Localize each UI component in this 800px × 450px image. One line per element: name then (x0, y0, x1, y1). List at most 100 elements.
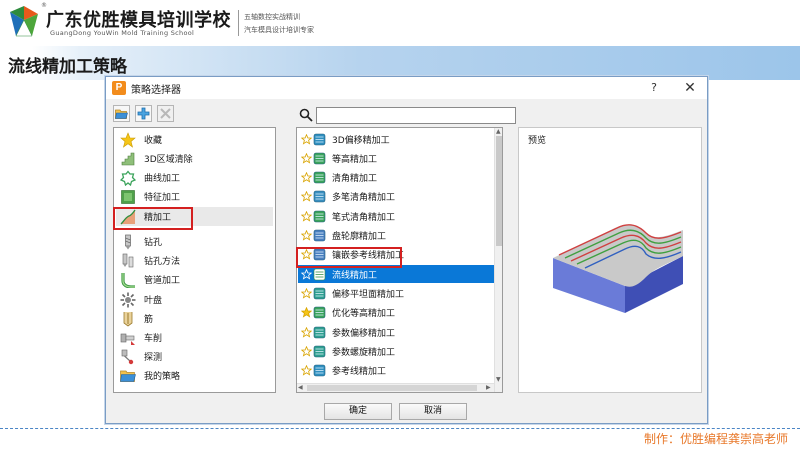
star-outline-icon[interactable] (301, 172, 312, 183)
star-outline-icon[interactable] (301, 133, 312, 145)
category-label: 我的策略 (144, 372, 181, 382)
category-blisk[interactable]: 叶盘 (116, 290, 273, 309)
star-outline-icon[interactable] (301, 326, 312, 338)
category-drilling-method[interactable]: 钻孔方法 (116, 251, 273, 270)
strategy-item[interactable]: 偏移平坦面精加工 (298, 284, 501, 302)
pencil-icon (313, 210, 326, 222)
category-label: 筋 (144, 315, 154, 325)
star-icon (120, 131, 136, 148)
category-feature-machining[interactable]: 特征加工 (116, 187, 273, 206)
category-label: 叶盘 (144, 296, 163, 306)
area-clearance-icon (121, 152, 135, 165)
header-divider (238, 10, 239, 36)
feature-machining-icon (121, 189, 135, 204)
star-outline-icon[interactable] (301, 365, 312, 376)
category-label: 3D区域清除 (144, 155, 193, 165)
strategy-item[interactable]: 清角精加工 (298, 169, 501, 187)
strategy-label: 笔式清角精加工 (332, 212, 396, 223)
star-filled-icon[interactable] (301, 307, 312, 318)
strategy-label: 等高精加工 (332, 154, 378, 165)
strategy-item[interactable]: 参数偏移精加工 (298, 323, 501, 341)
strategy-item[interactable]: 盘轮廓精加工 (298, 227, 501, 245)
category-curve-machining[interactable]: 曲线加工 (116, 168, 273, 187)
vertical-scroll-thumb[interactable] (496, 136, 502, 246)
category-label: 收藏 (144, 136, 163, 146)
search-icon (299, 108, 313, 122)
category-finishing[interactable]: 精加工 (116, 207, 273, 226)
category-favorites[interactable]: 收藏 (116, 130, 273, 149)
rib-icon (123, 311, 133, 326)
close-button[interactable]: ✕ (678, 79, 702, 97)
strategy-label: 流线精加工 (332, 270, 378, 281)
strategy-item[interactable]: 参数螺旋精加工 (298, 342, 501, 360)
category-label: 钻孔方法 (144, 257, 181, 267)
footer-credit: 制作：优胜编程龚崇高老师 (643, 432, 788, 446)
probe-icon (121, 349, 134, 364)
star-outline-icon[interactable] (301, 210, 312, 222)
strategy-label: 优化等高精加工 (332, 309, 396, 320)
category-rib[interactable]: 筋 (116, 309, 273, 328)
strategy-label: 3D偏移精加工 (332, 135, 390, 146)
star-outline-icon[interactable] (301, 249, 312, 260)
strategy-list-horizontal-scrollbar[interactable]: ◀ ▶ (297, 383, 494, 392)
category-3d-area-clearance[interactable]: 3D区域清除 (116, 149, 273, 168)
slide-title-band: 流线精加工策略 (0, 46, 800, 80)
ok-button[interactable]: 确定 (324, 403, 392, 420)
strategy-item[interactable]: 等高精加工 (298, 149, 501, 167)
category-label: 钻孔 (144, 238, 163, 248)
remove-button[interactable] (157, 105, 174, 122)
curve-machining-icon (120, 169, 136, 186)
category-label: 曲线加工 (144, 174, 181, 184)
strategy-item[interactable]: 多笔清角精加工 (298, 188, 501, 206)
scroll-right-arrow-icon[interactable]: ▶ (486, 384, 491, 392)
help-button[interactable]: ? (642, 79, 666, 97)
strategy-item[interactable]: 镶嵌参考线精加工 (298, 246, 501, 264)
category-turning[interactable]: 车削 (116, 328, 273, 347)
powermill-app-icon: P (112, 81, 126, 95)
star-outline-icon[interactable] (301, 191, 312, 203)
star-outline-icon[interactable] (301, 345, 312, 357)
add-button[interactable] (135, 105, 152, 122)
multi-pencil-icon (313, 191, 326, 203)
offset-flat-icon (313, 287, 326, 300)
strategy-item[interactable]: 优化等高精加工 (298, 304, 501, 322)
drilling-icon (125, 234, 131, 249)
cancel-button[interactable]: 取消 (399, 403, 467, 420)
strategy-search-input[interactable] (316, 107, 516, 124)
optimised-z-icon (313, 306, 326, 319)
dialog-title: 策略选择器 (131, 85, 181, 96)
strategy-item[interactable]: 参考线精加工 (298, 362, 501, 380)
embedded-pattern-icon (313, 248, 326, 261)
category-drilling[interactable]: 钻孔 (116, 232, 273, 251)
open-folder-button[interactable] (113, 105, 130, 122)
strategy-list-vertical-scrollbar[interactable]: ▲ ▼ (494, 128, 502, 392)
category-port-machining[interactable]: 管道加工 (116, 270, 273, 289)
strategy-label: 多笔清角精加工 (332, 193, 396, 204)
star-outline-icon[interactable] (301, 287, 312, 299)
star-outline-icon[interactable] (301, 268, 312, 280)
strategy-item[interactable]: 3D偏移精加工 (298, 130, 501, 148)
flowline-preview-image-icon (553, 224, 683, 313)
flowline-icon (313, 268, 326, 280)
scroll-up-arrow-icon[interactable]: ▲ (496, 128, 501, 136)
strategy-list: 3D偏移精加工 等高精加工清角精加工多笔清角精加工 笔式清角精加工盘轮廓精加工 镶嵌参… (296, 127, 503, 393)
star-outline-icon[interactable] (301, 152, 312, 164)
strategy-item[interactable]: 笔式清角精加工 (298, 207, 501, 225)
scroll-left-arrow-icon[interactable]: ◀ (298, 384, 303, 392)
horizontal-scroll-thumb[interactable] (307, 385, 477, 391)
strategy-item[interactable]: 流线精加工 (298, 265, 501, 284)
strategy-selector-dialog: P 策略选择器 ? ✕ 收藏 3D区域清除 曲线加工 特征加工 精加工 钻孔 钻… (105, 76, 708, 424)
category-label: 精加工 (144, 213, 172, 223)
school-logo-icon (10, 6, 38, 37)
category-probe[interactable]: 探测 (116, 347, 273, 366)
star-outline-icon[interactable] (301, 230, 312, 241)
constant-z-icon (313, 152, 326, 165)
slogan-line-2: 汽车模具设计培训专家 (244, 26, 314, 34)
drilling-method-icon (122, 253, 134, 267)
param-offset-icon (313, 326, 326, 338)
corner-icon (313, 171, 326, 184)
folder-open-icon (115, 109, 128, 119)
scroll-down-arrow-icon[interactable]: ▼ (496, 376, 501, 384)
port-machining-icon (121, 272, 135, 288)
category-my-strategies[interactable]: 我的策略 (116, 366, 273, 385)
